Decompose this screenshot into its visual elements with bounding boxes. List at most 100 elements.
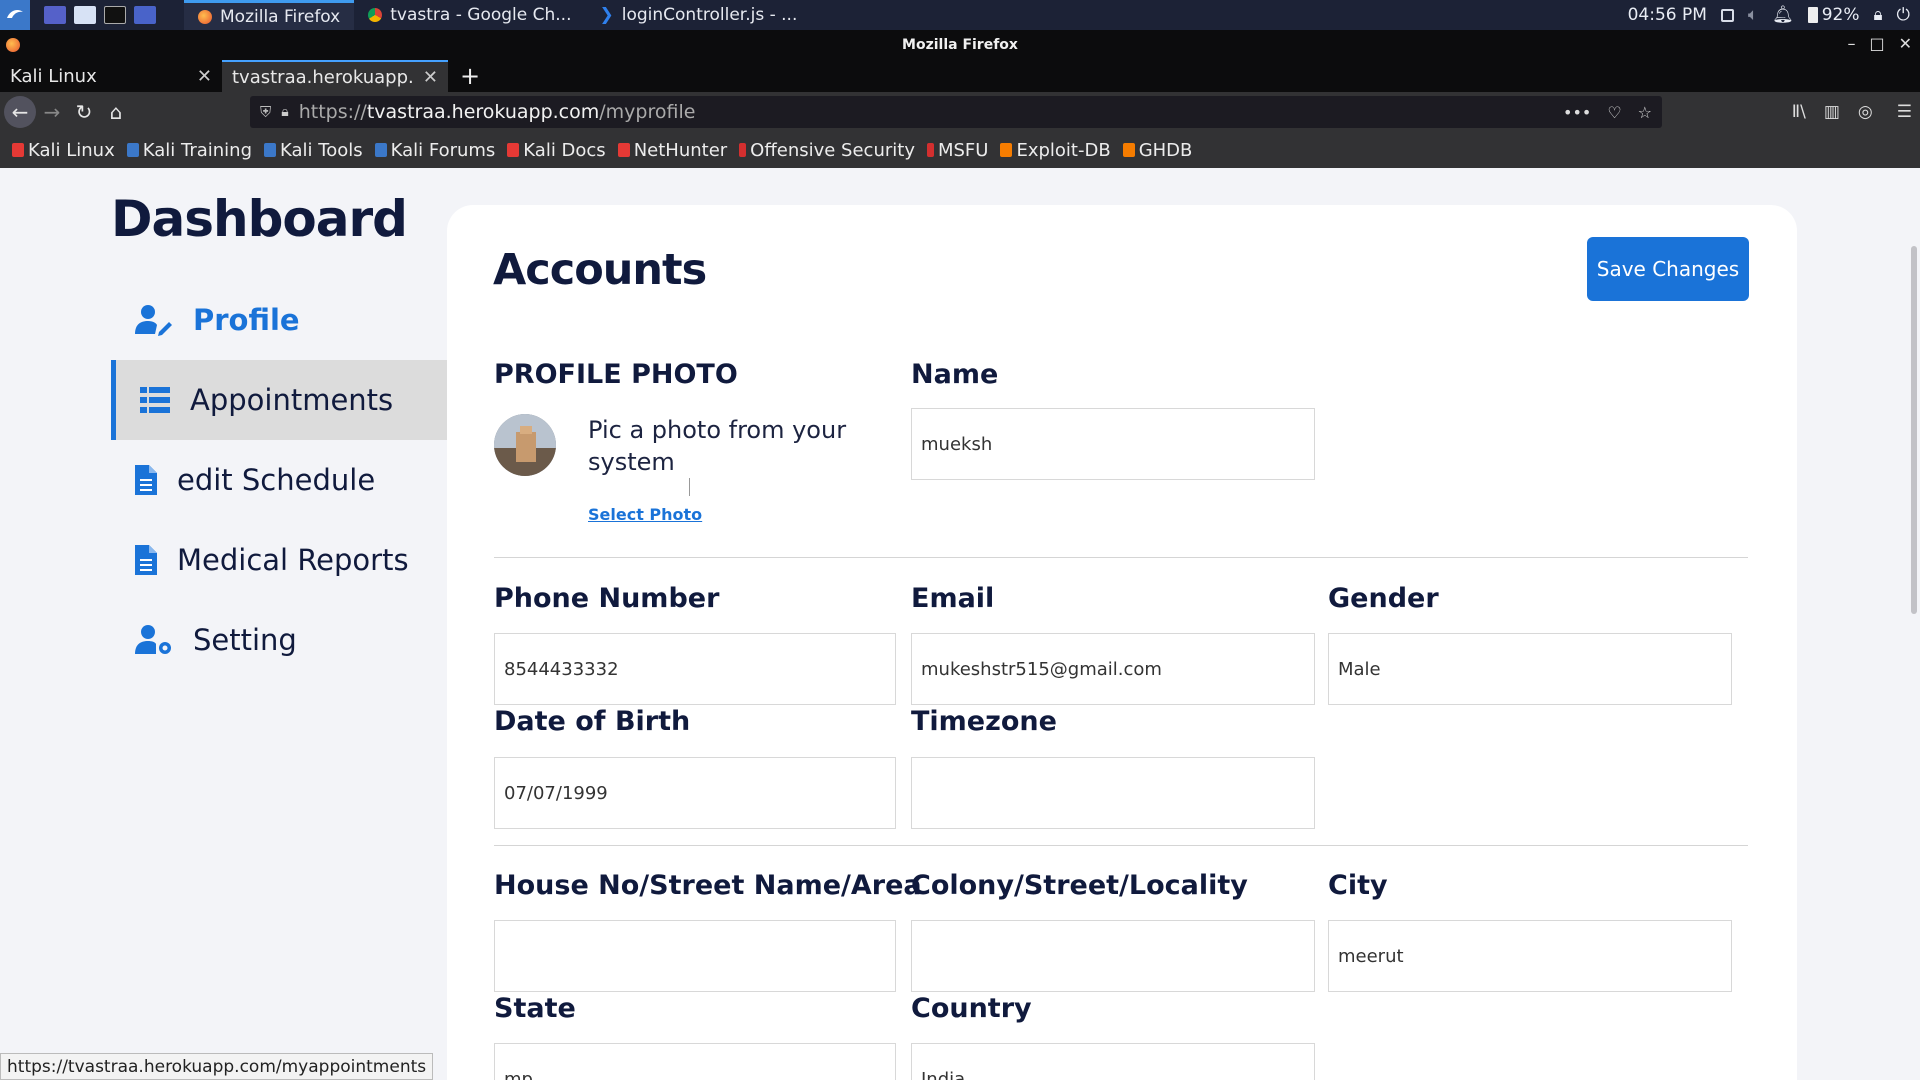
new-tab-button[interactable]: + (448, 60, 492, 92)
page-scrollbar[interactable] (1906, 168, 1920, 1080)
bookmark-nethunter[interactable]: NetHunter (617, 139, 728, 161)
file-manager-icon[interactable] (74, 6, 96, 24)
state-label: State (494, 993, 576, 1024)
bookmark-label: NetHunter (633, 139, 728, 161)
colony-label: Colony/Street/Locality (911, 870, 1248, 901)
padlock-icon[interactable]: 🔒︎ (281, 104, 288, 120)
dob-input[interactable]: 07/07/1999 (494, 757, 896, 829)
section-divider (494, 557, 1748, 558)
url-text: https://tvastraa.herokuapp.com/myprofile (299, 101, 696, 123)
offsec-icon (739, 143, 747, 157)
lock-icon[interactable]: 🔒︎ (1874, 5, 1883, 25)
colony-input[interactable] (911, 920, 1315, 992)
city-input[interactable]: meerut (1328, 920, 1732, 992)
battery-percent: 92% (1821, 5, 1860, 25)
kali-bookmark-icon (264, 143, 277, 157)
close-tab-icon[interactable]: ✕ (197, 66, 212, 87)
taskbar-app-firefox[interactable]: Mozilla Firefox (184, 0, 355, 30)
back-button[interactable]: ← (4, 96, 36, 128)
terminal-icon[interactable] (104, 6, 126, 24)
sidebar-item-profile[interactable]: Profile (111, 280, 447, 360)
bookmark-star-icon[interactable]: ☆ (1638, 103, 1652, 122)
email-input[interactable]: mukeshstr515@gmail.com (911, 633, 1315, 705)
minimize-icon[interactable]: – (1847, 34, 1855, 53)
select-photo-link[interactable]: Select Photo (588, 505, 702, 524)
tab-kali-linux[interactable]: Kali Linux ✕ (0, 60, 222, 92)
exploit-db-icon (1000, 143, 1013, 157)
bookmark-label: Offensive Security (750, 139, 915, 161)
power-icon[interactable]: ⏻ (1897, 5, 1910, 25)
hamburger-menu-icon[interactable]: ☰ (1897, 102, 1912, 122)
close-window-icon[interactable]: ✕ (1899, 34, 1912, 53)
taskbar-app-label: loginController.js - ... (621, 5, 798, 25)
page-actions-icon[interactable]: ••• (1563, 103, 1591, 122)
bookmark-exploit-db[interactable]: Exploit-DB (1000, 139, 1111, 161)
taskbar-app-vscode[interactable]: ❯ loginController.js - ... (585, 0, 811, 30)
sidebar-toggle-icon[interactable]: ▥ (1824, 102, 1840, 122)
sidebar-item-medical-reports[interactable]: Medical Reports (111, 520, 447, 600)
browser-launcher-icon[interactable] (134, 6, 156, 24)
sidebar-item-edit-schedule[interactable]: edit Schedule (111, 440, 447, 520)
notification-bell-icon[interactable]: 🔔︎ (1772, 5, 1794, 25)
library-icon[interactable]: Ⅱ\ (1792, 102, 1806, 122)
accounts-title: Accounts (493, 245, 707, 295)
reload-button[interactable]: ↻ (68, 96, 100, 128)
clock[interactable]: 04:56 PM (1628, 5, 1707, 25)
country-input[interactable]: India (911, 1043, 1315, 1080)
bookmark-label: Kali Forums (390, 139, 496, 161)
bookmark-label: Kali Docs (523, 139, 606, 161)
tracking-shield-icon[interactable]: ⛨ (260, 103, 271, 121)
url-path: /myprofile (599, 101, 696, 123)
kali-bookmark-icon (374, 143, 387, 157)
maximize-icon[interactable]: □ (1869, 34, 1884, 53)
home-button[interactable]: ⌂ (100, 96, 132, 128)
user-cog-icon (135, 625, 171, 654)
kali-docs-icon (507, 143, 520, 157)
battery-icon (1807, 7, 1818, 23)
bookmark-ghdb[interactable]: GHDB (1122, 139, 1193, 161)
bookmark-label: GHDB (1138, 139, 1193, 161)
bookmark-kali-linux[interactable]: Kali Linux (12, 140, 115, 161)
bookmark-label: Exploit-DB (1016, 139, 1111, 161)
volume-icon[interactable]: 🔈︎ (1748, 5, 1758, 25)
house-input[interactable] (494, 920, 896, 992)
account-icon[interactable]: ◎ (1858, 102, 1873, 122)
gender-select[interactable]: Male (1328, 633, 1732, 705)
bookmark-kali-forums[interactable]: Kali Forums (374, 139, 496, 161)
close-tab-icon[interactable]: ✕ (423, 67, 438, 88)
timezone-input[interactable] (911, 757, 1315, 829)
display-icon[interactable] (1720, 8, 1734, 22)
url-bar[interactable]: ⛨ 🔒︎ https://tvastraa.herokuapp.com/mypr… (250, 96, 1662, 128)
sidebar-item-appointments[interactable]: Appointments (111, 360, 447, 440)
kali-menu-icon[interactable] (0, 0, 30, 30)
battery-indicator[interactable]: 92% (1807, 5, 1860, 25)
save-changes-button[interactable]: Save Changes (1587, 237, 1749, 301)
scrollbar-thumb[interactable] (1911, 246, 1917, 614)
tab-myprofile[interactable]: tvastraa.herokuapp.com/myprofile ✕ (222, 60, 448, 92)
window-title: Mozilla Firefox (902, 37, 1018, 53)
dob-label: Date of Birth (494, 706, 691, 737)
show-desktop-icon[interactable] (44, 6, 66, 24)
section-divider (494, 845, 1748, 846)
sidebar-item-label: Medical Reports (177, 543, 409, 577)
bookmark-msfu[interactable]: MSFU (926, 139, 989, 161)
bookmark-kali-docs[interactable]: Kali Docs (507, 139, 606, 161)
state-input[interactable]: mp (494, 1043, 896, 1080)
pocket-icon[interactable]: ♡ (1607, 103, 1621, 122)
forward-button[interactable]: → (36, 96, 68, 128)
taskbar-app-chrome[interactable]: tvastra - Google Ch... (354, 0, 585, 30)
profile-avatar[interactable] (494, 414, 556, 476)
bookmark-kali-tools[interactable]: Kali Tools (264, 140, 363, 161)
phone-label: Phone Number (494, 583, 720, 614)
name-input[interactable]: mueksh (911, 408, 1315, 480)
list-icon (140, 387, 170, 413)
firefox-icon (198, 9, 212, 24)
bookmark-label: MSFU (937, 139, 989, 161)
bookmark-label: Kali Training (142, 139, 253, 161)
bookmark-offensive-security[interactable]: Offensive Security (739, 140, 915, 161)
sidebar-item-setting[interactable]: Setting (111, 600, 447, 680)
os-taskbar: Mozilla Firefox tvastra - Google Ch... ❯… (0, 0, 1920, 30)
phone-input[interactable]: 8544433332 (494, 633, 896, 705)
country-label: Country (911, 993, 1032, 1024)
bookmark-kali-training[interactable]: Kali Training (126, 139, 253, 161)
